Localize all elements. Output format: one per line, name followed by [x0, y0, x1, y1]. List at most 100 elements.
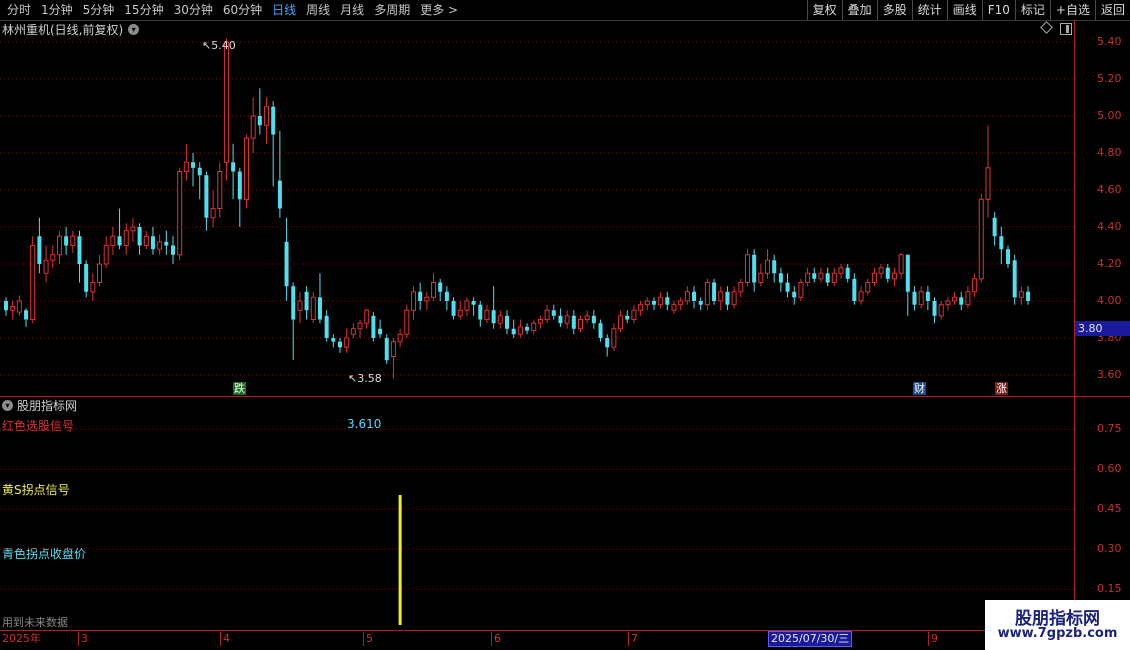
- candle-down: [137, 227, 142, 246]
- candle-up: [497, 315, 503, 324]
- indicator-chart[interactable]: [0, 412, 1074, 630]
- diamond-icon[interactable]: [1040, 21, 1053, 34]
- date-axis-month: 3: [78, 632, 88, 646]
- candle-up: [130, 226, 136, 232]
- event-marker-rise[interactable]: 涨: [995, 382, 1008, 395]
- price-axis-label: 4.60: [1097, 183, 1122, 196]
- candle-up: [765, 259, 771, 274]
- candle-up: [56, 235, 62, 256]
- main-pane-header: 林州重机(日线,前复权) ▾: [2, 21, 140, 37]
- candle-down: [959, 297, 964, 305]
- candle-up: [671, 304, 677, 311]
- candle-down: [885, 267, 890, 279]
- candle-down: [511, 328, 516, 335]
- date-axis-month: 9: [928, 632, 938, 646]
- toolbar-button[interactable]: 返回: [1094, 0, 1130, 20]
- period-tab[interactable]: 月线: [335, 0, 369, 20]
- toolbar-button[interactable]: +自选: [1049, 0, 1095, 20]
- candle-down: [571, 315, 576, 329]
- candle-down: [237, 171, 242, 200]
- toolbar-button[interactable]: 画线: [946, 0, 982, 20]
- period-tab[interactable]: 分时: [2, 0, 36, 20]
- candle-up: [985, 167, 991, 200]
- candle-up: [718, 291, 724, 302]
- price-axis-label: 4.80: [1097, 146, 1122, 159]
- candlestick-chart[interactable]: [0, 37, 1074, 395]
- low-price-annotation: ↖3.58: [348, 372, 382, 385]
- candle-down: [64, 236, 69, 246]
- candle-down: [558, 315, 563, 324]
- candle-up: [938, 304, 944, 317]
- candle-up: [157, 241, 163, 250]
- period-tab[interactable]: 1分钟: [36, 0, 78, 20]
- watermark: 股朋指标网 www.7gpzb.com: [985, 600, 1130, 650]
- candle-down: [24, 310, 29, 320]
- period-tab[interactable]: 周线: [301, 0, 335, 20]
- price-axis-label: 4.20: [1097, 257, 1122, 270]
- indicator-axis-label: 0.30: [1097, 542, 1122, 555]
- indicator-pane-header: ▾ 股朋指标网: [2, 398, 77, 413]
- candle-down: [418, 291, 423, 301]
- candle-down: [317, 297, 322, 320]
- candle-up: [878, 267, 884, 274]
- chevron-down-icon[interactable]: ▾: [2, 400, 13, 411]
- period-tab[interactable]: 15分钟: [119, 0, 168, 20]
- candle-down: [231, 162, 236, 172]
- candle-down: [271, 106, 276, 135]
- candle-up: [357, 322, 363, 330]
- candle-down: [1012, 260, 1017, 298]
- pane-toggle-icon[interactable]: [1060, 23, 1072, 35]
- candle-up: [143, 235, 149, 246]
- candle-up: [457, 309, 463, 317]
- candle-down: [712, 282, 717, 301]
- toolbar-button[interactable]: 标记: [1014, 0, 1050, 20]
- period-tab[interactable]: 60分钟: [218, 0, 267, 20]
- candle-up: [537, 319, 543, 324]
- date-axis-month: 6: [491, 632, 501, 646]
- candle-up: [397, 333, 403, 343]
- period-tab[interactable]: 5分钟: [78, 0, 120, 20]
- candle-up: [410, 291, 416, 311]
- candle-up: [43, 259, 49, 274]
- toolbar-button[interactable]: F10: [981, 0, 1015, 20]
- candle-up: [484, 309, 490, 320]
- candle-down: [384, 338, 389, 361]
- candle-down: [792, 291, 797, 298]
- candle-up: [684, 291, 690, 302]
- date-axis-month: 4: [220, 632, 230, 646]
- candle-down: [471, 301, 476, 305]
- chevron-down-icon[interactable]: ▾: [128, 23, 140, 35]
- period-tab[interactable]: 更多 >: [415, 0, 463, 20]
- candle-up: [210, 208, 216, 219]
- event-marker-fall[interactable]: 跌: [233, 382, 246, 395]
- candle-up: [431, 282, 437, 298]
- candle-up: [390, 341, 396, 358]
- candle-down: [331, 338, 336, 342]
- candle-down: [491, 310, 496, 324]
- candle-up: [838, 267, 844, 274]
- candle-up: [638, 304, 644, 311]
- period-tab[interactable]: 多周期: [369, 0, 415, 20]
- candle-up: [90, 282, 96, 293]
- toolbar-button[interactable]: 复权: [806, 0, 842, 20]
- event-marker-finance[interactable]: 财: [913, 382, 926, 395]
- candle-down: [291, 286, 296, 320]
- candle-down: [625, 315, 630, 320]
- candle-down: [785, 282, 790, 292]
- candle-up: [898, 254, 904, 274]
- toolbar-button[interactable]: 叠加: [841, 0, 877, 20]
- candle-down: [304, 291, 309, 311]
- period-tab[interactable]: 30分钟: [169, 0, 218, 20]
- price-axis-label: 5.00: [1097, 109, 1122, 122]
- toolbar-button[interactable]: 统计: [911, 0, 947, 20]
- candle-down: [37, 236, 42, 264]
- candle-down: [478, 304, 483, 320]
- toolbar-button[interactable]: 多股: [876, 0, 912, 20]
- indicator-axis-label: 0.45: [1097, 502, 1122, 515]
- candle-down: [725, 291, 730, 305]
- candle-up: [731, 291, 737, 306]
- candle-down: [451, 301, 456, 316]
- toolbar-buttons: 复权 叠加 多股 统计 画线 F10 标记 +自选 返回: [806, 0, 1130, 20]
- candle-down: [277, 180, 282, 209]
- period-tab[interactable]: 日线: [267, 0, 301, 20]
